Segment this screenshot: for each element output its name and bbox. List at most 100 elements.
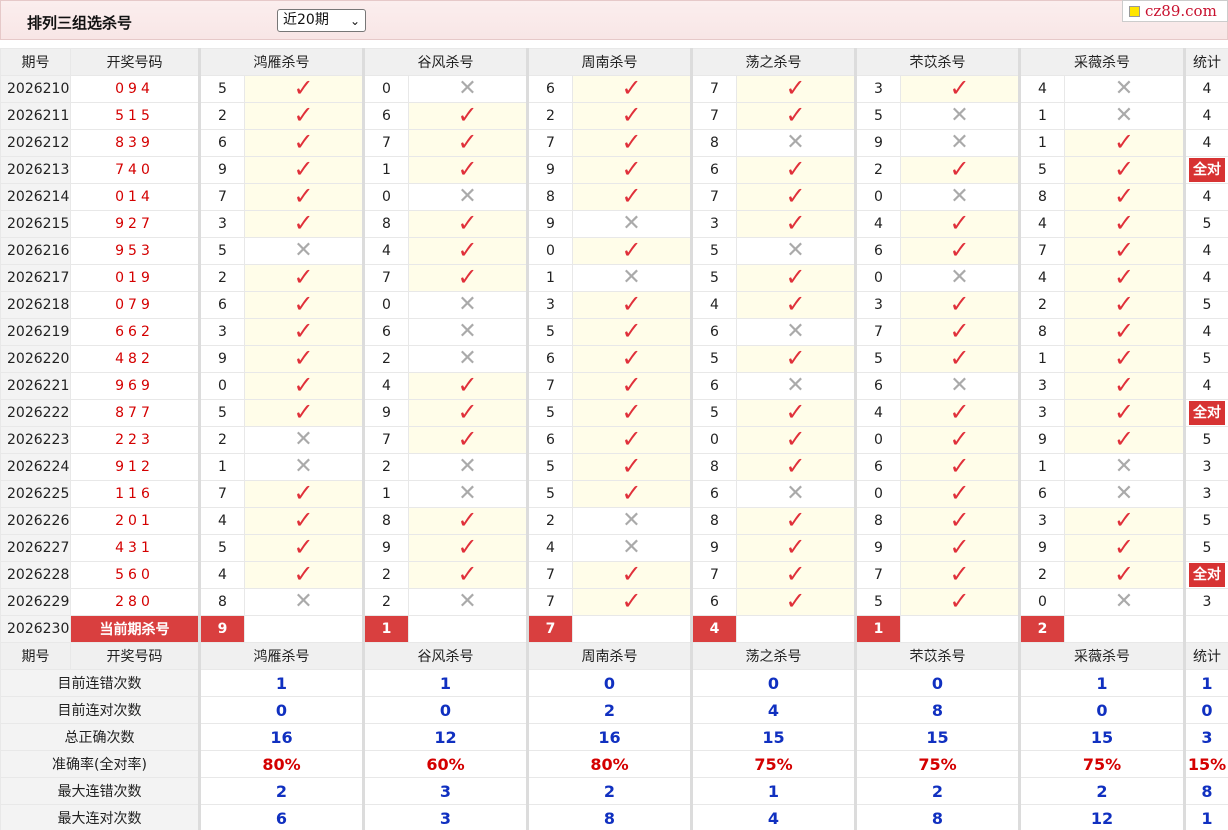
hit-cell: ✓ [572, 183, 692, 211]
stats-row: 最大连对次数 6 3 8 4 8 12 1 [0, 804, 1228, 830]
kill-number-cell: 7 [526, 561, 573, 589]
check-icon: ✓ [949, 425, 970, 453]
stats-label: 目前连错次数 [0, 669, 200, 697]
issue-cell: 2026219 [0, 318, 71, 346]
check-icon: ✓ [1113, 560, 1135, 588]
kill-number-cell: 5 [690, 237, 737, 265]
col-expert-header: 采薇杀号 [1018, 48, 1185, 76]
all-correct-badge: 全对 [1189, 401, 1225, 425]
current-kill-number: 1 [854, 615, 901, 643]
kill-number-cell: 4 [198, 561, 245, 589]
hit-cell: ✓ [244, 156, 364, 184]
hit-cell: ✓ [572, 480, 692, 508]
check-icon: ✓ [949, 398, 970, 426]
miss-cell: ✕ [736, 372, 856, 400]
hit-cell: ✓ [736, 345, 856, 373]
stats-row: 目前连对次数 0 0 2 4 8 0 0 [0, 696, 1228, 724]
hit-cell: ✓ [736, 182, 856, 211]
miss-cell: ✕ [1064, 480, 1185, 508]
check-icon: ✓ [1113, 533, 1135, 561]
miss-cell: ✕ [408, 588, 528, 616]
site-badge[interactable]: cz89.com [1122, 0, 1228, 22]
kill-number-table: 期号 开奖号码 鸿雁杀号 谷风杀号 周南杀号 荡之杀号 芣苡杀号 采薇杀号 统计 2026210… [0, 48, 1228, 830]
stats-label: 最大连错次数 [0, 777, 200, 805]
kill-number-cell: 6 [362, 102, 409, 130]
check-icon: ✓ [457, 263, 478, 291]
table-row: 2026218 079 6 ✓ 0 ✕ 3 ✓ 4 ✓ 3 ✓ 2 ✓ 5 [0, 290, 1228, 319]
check-icon: ✓ [785, 182, 806, 210]
current-empty-cell [244, 615, 364, 643]
kill-number-cell: 6 [526, 75, 573, 103]
kill-number-cell: 4 [690, 291, 737, 319]
issue-cell: 2026227 [0, 534, 71, 562]
hit-cell: ✓ [408, 426, 528, 454]
check-icon: ✓ [785, 506, 806, 534]
stats-value: 0 [362, 696, 528, 724]
kill-number-cell: 1 [1018, 453, 1065, 481]
kill-number-cell: 0 [362, 291, 409, 319]
check-icon: ✓ [785, 290, 806, 318]
miss-cell: ✕ [244, 453, 364, 481]
check-icon: ✓ [621, 425, 642, 453]
draw-number-cell: 877 [70, 399, 200, 427]
hit-cell: ✓ [900, 534, 1020, 562]
kill-number-cell: 4 [526, 534, 573, 562]
stats-value: 1 [690, 777, 856, 805]
kill-number-cell: 5 [690, 345, 737, 373]
check-icon: ✓ [1113, 209, 1135, 237]
current-kill-number: 2 [1018, 615, 1065, 643]
hit-cell: ✓ [736, 399, 856, 427]
miss-cell: ✕ [572, 534, 692, 562]
stats-value: 15 [1018, 723, 1185, 751]
kill-number-cell: 8 [854, 507, 901, 535]
col-expert-header: 荡之杀号 [690, 48, 856, 76]
period-select[interactable]: 近20期 ⌄ [277, 9, 366, 32]
draw-number-cell: 079 [70, 291, 200, 319]
hit-cell: ✓ [900, 561, 1020, 589]
hit-cell: ✓ [408, 399, 528, 427]
kill-number-cell: 6 [690, 372, 737, 400]
issue-cell: 2026224 [0, 453, 71, 481]
table-row: 2026216 953 5 ✕ 4 ✓ 0 ✓ 5 ✕ 6 ✓ 7 ✓ 4 [0, 237, 1228, 265]
stats-value: 60% [362, 750, 528, 778]
col-expert-header: 鸿雁杀号 [198, 48, 364, 76]
col-issue-header: 期号 [0, 48, 71, 76]
stat-cell: 全对 [1183, 156, 1228, 184]
stats-value: 2 [526, 696, 692, 724]
kill-number-cell: 2 [854, 156, 901, 184]
kill-number-cell: 1 [1018, 102, 1065, 130]
kill-number-cell: 3 [1018, 399, 1065, 427]
stat-cell: 4 [1183, 264, 1228, 292]
hit-cell: ✓ [572, 318, 692, 346]
hit-cell: ✓ [736, 210, 856, 238]
issue-cell: 2026225 [0, 480, 71, 508]
stats-value: 8 [854, 804, 1020, 830]
stats-value: 12 [1018, 804, 1185, 830]
check-icon: ✓ [293, 263, 314, 291]
stats-value: 1 [362, 669, 528, 697]
check-icon: ✓ [1113, 344, 1135, 372]
check-icon: ✓ [1113, 290, 1135, 318]
kill-number-cell: 7 [362, 129, 409, 157]
kill-number-cell: 2 [1018, 291, 1065, 319]
stats-value: 15 [854, 723, 1020, 751]
table-row: 2026217 019 2 ✓ 7 ✓ 1 ✕ 5 ✓ 0 ✕ 4 ✓ 4 [0, 263, 1228, 292]
check-icon: ✓ [1113, 263, 1135, 291]
hit-cell: ✓ [244, 210, 364, 238]
kill-number-cell: 7 [526, 129, 573, 157]
hit-cell: ✓ [900, 588, 1020, 616]
stats-total: 3 [1183, 723, 1228, 751]
kill-number-cell: 5 [854, 588, 901, 616]
check-icon: ✓ [785, 452, 806, 480]
kill-number-cell: 7 [690, 561, 737, 589]
hit-cell: ✓ [1064, 507, 1185, 535]
miss-cell: ✕ [736, 480, 856, 508]
issue-cell: 2026213 [0, 156, 71, 184]
check-icon: ✓ [949, 479, 970, 507]
check-icon: ✓ [949, 209, 970, 237]
table-row: 2026212 839 6 ✓ 7 ✓ 7 ✓ 8 ✕ 9 ✕ 1 ✓ 4 [0, 129, 1228, 157]
col-expert-header: 谷风杀号 [362, 48, 528, 76]
kill-number-cell: 0 [362, 75, 409, 103]
check-icon: ✓ [457, 506, 478, 534]
hit-cell: ✓ [900, 75, 1020, 103]
